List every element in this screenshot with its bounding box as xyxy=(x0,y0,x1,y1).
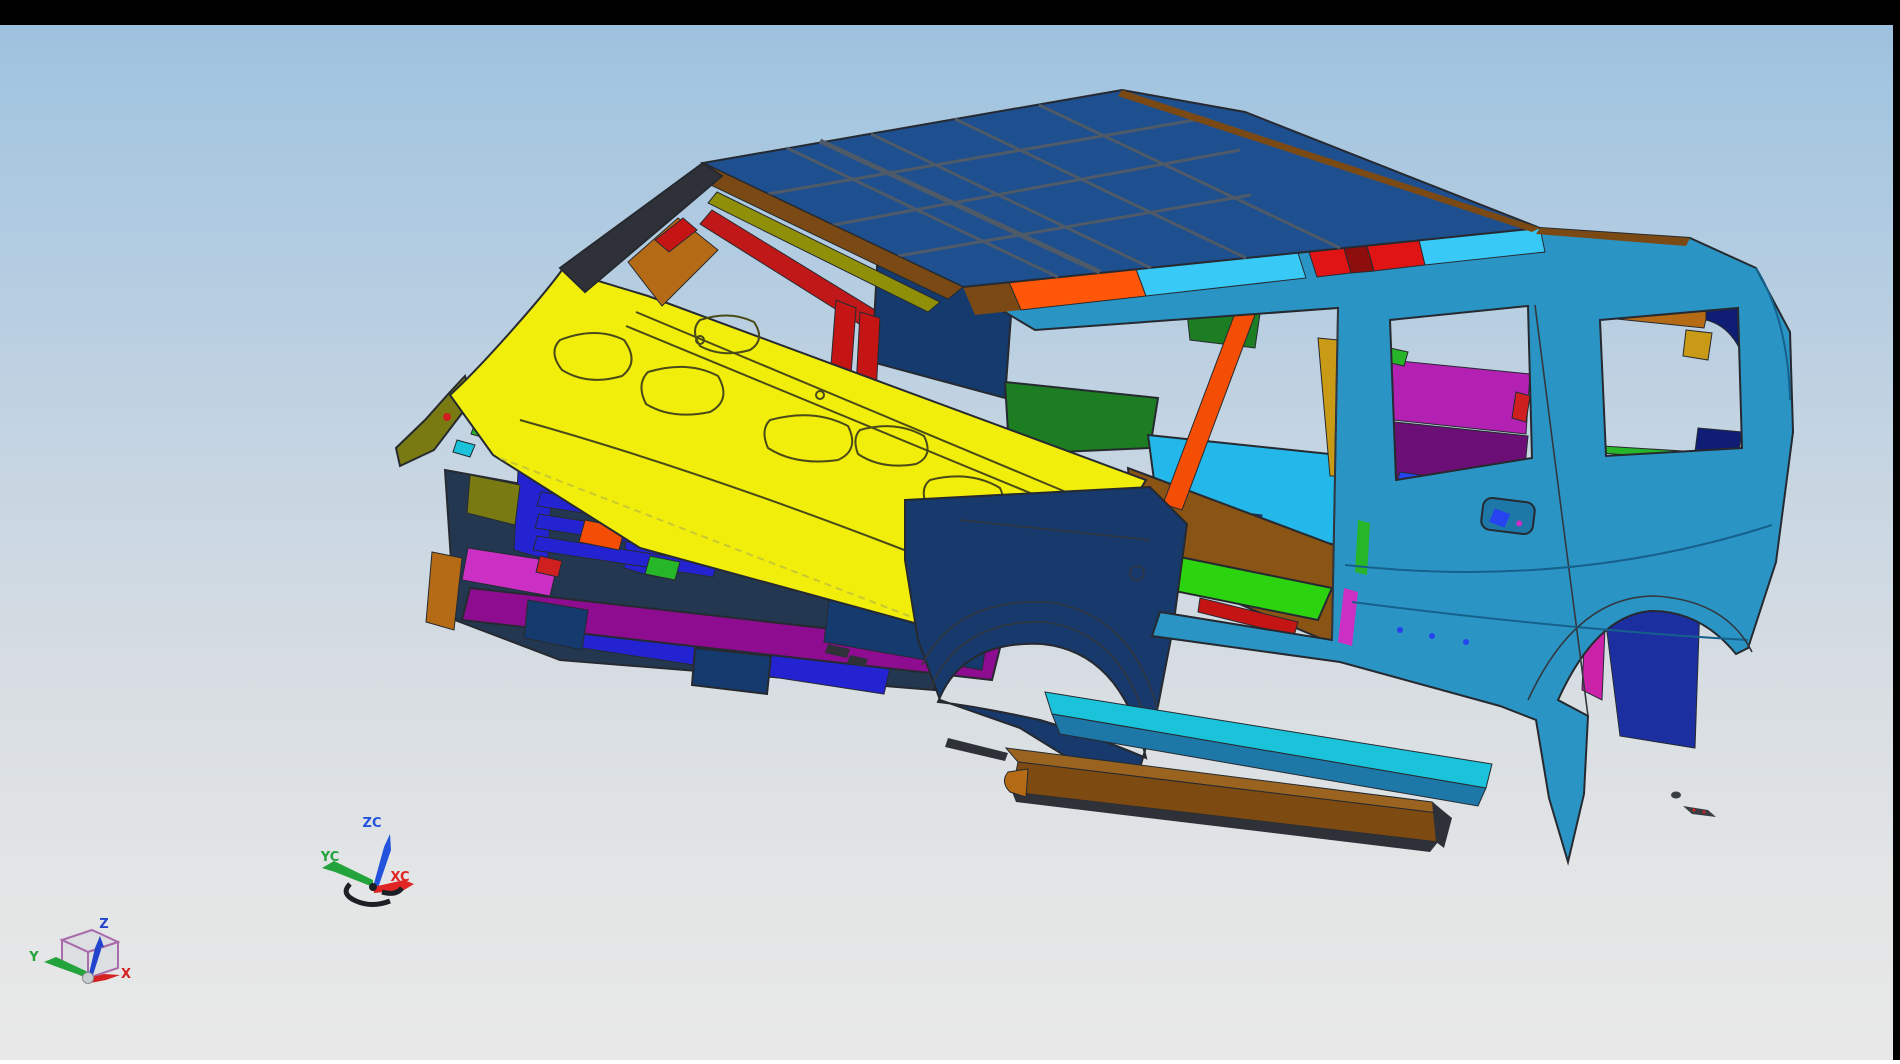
debris-red-dot xyxy=(1693,809,1696,812)
wcs-x-label: XC xyxy=(390,870,409,885)
cad-model-canvas[interactable]: ZC YC XC Z Y X xyxy=(0,0,1900,1060)
wcs-origin-handle[interactable] xyxy=(369,883,377,891)
datum-z-label: Z xyxy=(99,917,108,932)
cargo-trim-magenta[interactable] xyxy=(1390,360,1530,434)
debris-dot[interactable] xyxy=(1671,792,1681,799)
fender-teal-bit[interactable] xyxy=(453,440,475,457)
datum-csys[interactable]: Z Y X xyxy=(28,917,131,984)
fender-red-dot xyxy=(443,413,451,421)
datum-x-label: X xyxy=(121,967,131,982)
wcs-y-label: YC xyxy=(320,850,340,865)
wcs-z-label: ZC xyxy=(363,816,382,831)
graphics-viewport[interactable]: ZC YC XC Z Y X xyxy=(0,0,1900,1060)
wcs-z-axis-arrow[interactable] xyxy=(373,834,391,888)
top-black-bar xyxy=(0,0,1900,25)
rocker-rivet xyxy=(1429,633,1435,639)
front-lower-hang-box[interactable] xyxy=(692,648,771,694)
debris-red-dot xyxy=(1703,811,1706,814)
door-handle[interactable] xyxy=(1480,497,1536,535)
rocker-assembly[interactable] xyxy=(945,692,1492,852)
rocker-rivet xyxy=(1397,627,1403,633)
application-window: ZC YC XC Z Y X xyxy=(0,0,1900,1060)
loose-parts[interactable] xyxy=(1671,792,1716,818)
running-board-bracket xyxy=(945,738,1008,761)
right-black-bar xyxy=(1893,0,1900,1060)
quarter-window-gold-bracket[interactable] xyxy=(1683,330,1712,360)
a-pillar[interactable] xyxy=(560,163,722,306)
rocker-rivet xyxy=(1463,639,1469,645)
wcs-triad[interactable]: ZC YC XC xyxy=(320,816,414,905)
datum-origin-sphere[interactable] xyxy=(83,973,94,984)
running-board-end-cap xyxy=(1004,769,1028,797)
datum-y-label: Y xyxy=(28,950,39,965)
debris-sliver[interactable] xyxy=(1683,806,1716,817)
